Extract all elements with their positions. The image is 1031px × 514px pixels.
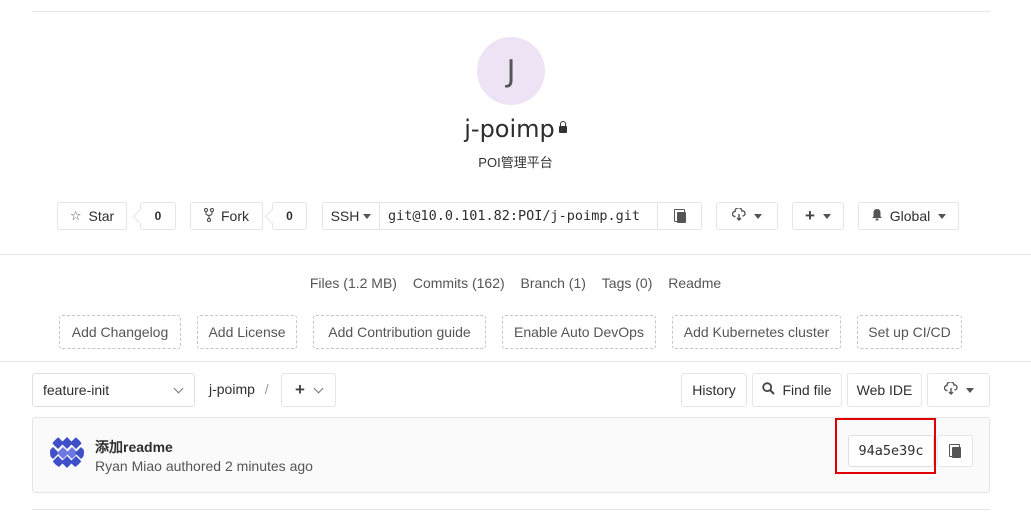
- project-title: j-poimp: [0, 115, 1031, 143]
- fork-count[interactable]: 0: [272, 202, 307, 230]
- project-description: POI管理平台: [478, 155, 553, 170]
- fork-button[interactable]: Fork: [190, 202, 263, 230]
- section-divider: [0, 361, 1031, 362]
- enable-auto-devops-button[interactable]: Enable Auto DevOps: [502, 315, 656, 349]
- bottom-divider: [32, 509, 990, 510]
- clone-url-input[interactable]: git@10.0.101.82:POI/j-poimp.git: [380, 203, 657, 229]
- clone-protocol-label: SSH: [330, 208, 360, 224]
- commit-title[interactable]: 添加readme: [95, 437, 173, 457]
- notification-dropdown[interactable]: Global: [858, 202, 959, 230]
- caret-down-icon: [363, 213, 372, 219]
- star-button[interactable]: ☆ Star: [57, 202, 127, 230]
- breadcrumb: j-poimp /: [209, 381, 269, 397]
- branch-name: feature-init: [43, 382, 110, 398]
- branch-dropdown[interactable]: feature-init: [32, 373, 195, 407]
- fork-label: Fork: [221, 208, 249, 224]
- lock-icon: [558, 121, 567, 133]
- caret-down-icon: [938, 213, 947, 219]
- find-file-button[interactable]: Find file: [752, 373, 842, 407]
- breadcrumb-root[interactable]: j-poimp: [209, 381, 255, 397]
- setup-ci-cd-button[interactable]: Set up CI/CD: [857, 315, 962, 349]
- history-button[interactable]: History: [681, 373, 747, 407]
- history-label: History: [692, 382, 736, 398]
- clone-protocol-dropdown[interactable]: SSH: [323, 203, 380, 229]
- plus-icon: +: [805, 206, 815, 225]
- copy-url-button[interactable]: [657, 203, 701, 229]
- add-contribution-guide-button[interactable]: Add Contribution guide: [313, 315, 486, 349]
- star-icon: ☆: [69, 208, 82, 223]
- sha-highlight-box: [835, 418, 936, 474]
- download-dropdown[interactable]: [716, 202, 778, 230]
- commit-author[interactable]: Ryan Miao: [95, 458, 162, 474]
- download-dropdown-tree[interactable]: [927, 373, 990, 407]
- web-ide-button[interactable]: Web IDE: [847, 373, 922, 407]
- copy-icon: [949, 444, 961, 458]
- author-avatar[interactable]: [50, 435, 84, 469]
- copy-icon: [673, 209, 686, 223]
- chevron-down-icon: [173, 383, 184, 394]
- chevron-down-icon: [313, 383, 324, 393]
- readme-link[interactable]: Readme: [668, 275, 721, 291]
- add-kubernetes-cluster-button[interactable]: Add Kubernetes cluster: [672, 315, 841, 349]
- clone-url-group: SSH git@10.0.101.82:POI/j-poimp.git: [322, 202, 702, 230]
- project-avatar-letter: J: [506, 53, 516, 89]
- branches-link[interactable]: Branch (1): [521, 275, 586, 291]
- add-to-tree-dropdown[interactable]: +: [281, 373, 336, 407]
- add-changelog-button[interactable]: Add Changelog: [59, 315, 181, 349]
- fork-icon: [203, 207, 215, 225]
- caret-down-icon: [754, 213, 762, 219]
- plus-icon: +: [295, 380, 305, 399]
- copy-sha-button[interactable]: [937, 435, 973, 467]
- project-avatar: J: [477, 37, 545, 105]
- project-name: j-poimp: [464, 115, 555, 143]
- add-license-button[interactable]: Add License: [197, 315, 297, 349]
- breadcrumb-separator: /: [264, 381, 269, 397]
- search-icon: [762, 382, 776, 398]
- caret-down-icon: [965, 387, 974, 393]
- notification-label: Global: [889, 208, 931, 224]
- star-label: Star: [88, 208, 115, 224]
- project-stats: Files (1.2 MB) Commits (162) Branch (1) …: [0, 275, 1031, 291]
- cloud-download-icon: [943, 381, 958, 398]
- header-divider: [0, 254, 1031, 255]
- new-dropdown[interactable]: +: [792, 202, 844, 230]
- commit-meta: Ryan Miao authored 2 minutes ago: [95, 458, 313, 474]
- caret-down-icon: [822, 213, 831, 219]
- bell-icon: [871, 208, 883, 224]
- tags-link[interactable]: Tags (0): [602, 275, 653, 291]
- top-divider: [32, 11, 990, 12]
- commit-time: 2 minutes ago: [224, 458, 313, 474]
- files-link[interactable]: Files (1.2 MB): [310, 275, 397, 291]
- cloud-download-icon: [731, 207, 746, 224]
- commits-link[interactable]: Commits (162): [413, 275, 505, 291]
- find-file-label: Find file: [782, 382, 832, 398]
- commit-action: authored: [165, 458, 222, 474]
- web-ide-label: Web IDE: [856, 382, 913, 398]
- star-count[interactable]: 0: [140, 202, 176, 230]
